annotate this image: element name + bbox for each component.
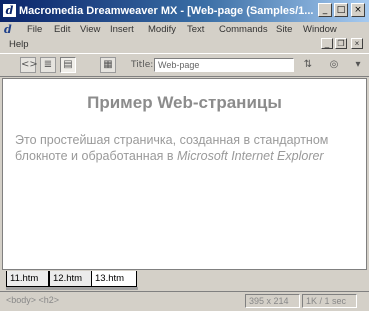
preview-browser-icon[interactable]: ◎ [326,57,342,73]
menu-modify[interactable]: Modify [148,24,176,35]
menu-bar: d File Edit View Insert Modify Text Comm… [0,22,369,52]
menu-text[interactable]: Text [187,24,204,35]
menu-commands[interactable]: Commands [219,24,268,35]
download-time-readout: 1K / 1 sec [302,294,357,308]
refresh-icon[interactable]: ▾ [350,57,366,73]
document-toolbar: <> ≣ ▤ ▦ Title: Web-page ⇅ ◎ ▾ [0,53,369,77]
status-bar: <body> <h2> 395 x 214 1K / 1 sec [0,291,369,311]
live-data-icon[interactable]: ▦ [100,57,116,73]
design-view-icon[interactable]: ▤ [60,57,76,73]
document-icon[interactable]: d [4,24,16,36]
tab-bar-shadow [6,287,138,290]
file-management-icon[interactable]: ⇅ [300,57,316,73]
title-label: Title: [131,60,154,70]
page-heading[interactable]: Пример Web-страницы [3,93,366,113]
code-view-icon[interactable]: <> [20,57,38,73]
split-view-icon[interactable]: ≣ [40,57,56,73]
doc-restore-button[interactable]: ❐ [335,38,347,49]
tab-12-htm[interactable]: 12.htm [49,271,92,287]
window-size-readout[interactable]: 395 x 214 [245,294,300,308]
dreamweaver-app-icon[interactable]: d [3,4,16,17]
tab-11-htm[interactable]: 11.htm [6,271,49,287]
doc-minimize-button[interactable]: _ [321,38,333,49]
menu-help[interactable]: Help [9,39,29,50]
menu-view[interactable]: View [80,24,100,35]
document-tabs: 11.htm 12.htm 13.htm [0,270,369,290]
menu-window[interactable]: Window [303,24,337,35]
doc-close-button[interactable]: × [351,38,363,49]
window-titlebar[interactable]: d Macromedia Dreamweaver MX - [Web-page … [0,0,369,22]
tag-selector[interactable]: <body> <h2> [6,295,59,305]
minimize-button[interactable]: _ [318,3,332,17]
tab-13-htm[interactable]: 13.htm [91,271,137,287]
maximize-button[interactable]: □ [334,3,348,17]
menu-file[interactable]: File [27,24,42,35]
menu-insert[interactable]: Insert [110,24,134,35]
design-view-canvas[interactable]: Пример Web-страницы Это простейшая стран… [2,78,367,270]
paragraph-emphasis: Microsoft Internet Explorer [177,149,324,163]
window-title: Macromedia Dreamweaver MX - [Web-page (S… [19,5,314,17]
page-paragraph[interactable]: Это простейшая страничка, созданная в ст… [15,132,335,164]
close-button[interactable]: × [351,3,365,17]
page-title-input[interactable]: Web-page [154,58,294,72]
menu-edit[interactable]: Edit [54,24,70,35]
menu-site[interactable]: Site [276,24,292,35]
